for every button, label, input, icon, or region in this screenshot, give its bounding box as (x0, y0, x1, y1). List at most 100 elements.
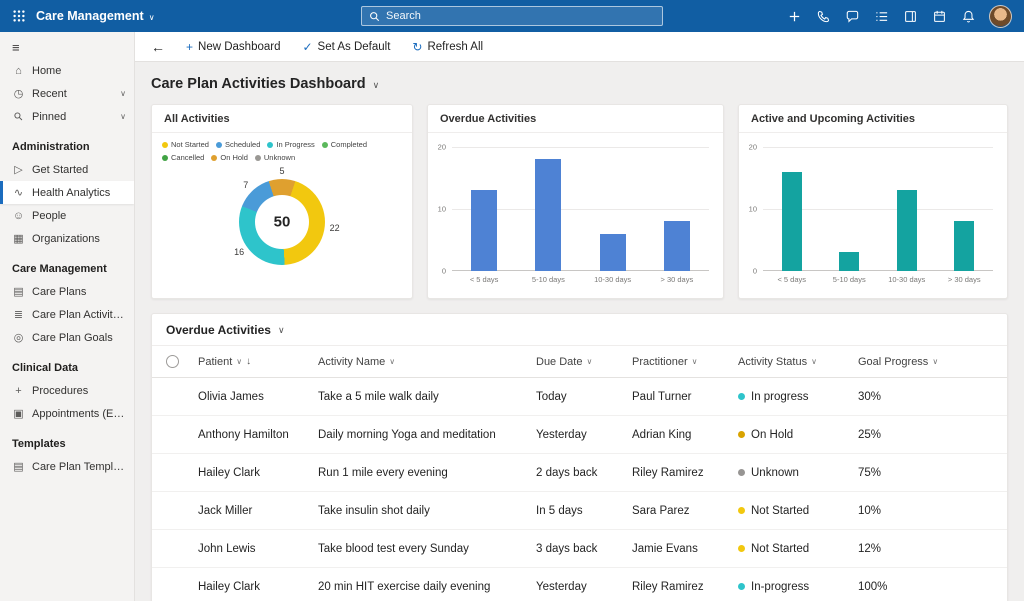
chevron-down-icon: ∨ (811, 357, 817, 366)
cell-practitioner: Paul Turner (632, 391, 738, 403)
waffle-icon[interactable] (10, 6, 32, 26)
col-header-practitioner[interactable]: Practitioner∨ (632, 356, 738, 368)
bar-10-30-days[interactable] (600, 234, 626, 271)
plot-area (763, 147, 993, 271)
table-row[interactable]: Jack MillerTake insulin shot dailyIn 5 d… (152, 492, 1007, 530)
x-tick-label: < 5 days (763, 271, 821, 287)
table-row[interactable]: Hailey ClarkRun 1 mile every evening2 da… (152, 454, 1007, 492)
cell-activity-status: Not Started (738, 543, 858, 555)
cell-due-date: 2 days back (536, 467, 632, 479)
col-header-goal-progress[interactable]: Goal Progress∨ (858, 356, 1007, 368)
col-header-due-date[interactable]: Due Date∨ (536, 356, 632, 368)
legend-dot (255, 155, 261, 161)
search-icon (368, 10, 381, 23)
table-row[interactable]: Anthony HamiltonDaily morning Yoga and m… (152, 416, 1007, 454)
sidebar-item-get-started[interactable]: ▷Get Started (0, 158, 134, 181)
sidebar-item-recent[interactable]: ◷Recent∨ (0, 82, 134, 105)
donut-wrap: 50 522167 (222, 170, 342, 274)
bar-30-days[interactable] (664, 221, 690, 271)
checklist-icon[interactable] (873, 8, 889, 24)
sidebar-item-care-plan-activities[interactable]: ≣Care Plan Activities (0, 303, 134, 326)
legend-label: On Hold (220, 153, 248, 162)
search-input[interactable] (386, 10, 656, 22)
status-label: On Hold (751, 429, 793, 441)
calendar-icon[interactable] (931, 8, 947, 24)
person-icon: ☺ (12, 210, 25, 222)
y-axis: 01020 (430, 147, 450, 271)
chat-icon[interactable] (844, 8, 860, 24)
content: Care Plan Activities Dashboard ∨ All Act… (135, 62, 1024, 601)
target-icon: ◎ (12, 331, 25, 344)
col-header-label: Practitioner (632, 356, 688, 368)
card-title: Overdue Activities (440, 113, 536, 125)
sidebar-item-procedures[interactable]: +Procedures (0, 379, 134, 402)
sidebar-item-care-plans[interactable]: ▤Care Plans (0, 280, 134, 303)
col-header-label: Goal Progress (858, 356, 928, 368)
y-tick-label: 10 (749, 205, 757, 214)
avatar[interactable] (989, 5, 1012, 28)
cell-due-date: Yesterday (536, 581, 632, 593)
sidebar-item-organizations[interactable]: ▦Organizations (0, 227, 134, 250)
legend-dot (211, 155, 217, 161)
back-button[interactable]: ← (143, 39, 173, 55)
sidebar-item-appointments-emr[interactable]: ▣Appointments (EMR) (0, 402, 134, 425)
table-row[interactable]: John LewisTake blood test every Sunday3 … (152, 530, 1007, 568)
phone-icon[interactable] (815, 8, 831, 24)
col-header-label: Activity Status (738, 356, 807, 368)
home-icon: ⌂ (12, 65, 25, 77)
bar-slot (763, 147, 821, 271)
search-box[interactable] (361, 6, 663, 26)
app-title-menu[interactable]: Care Management ∨ (36, 9, 155, 23)
table-row[interactable]: Hailey Clark20 min HIT exercise daily ev… (152, 568, 1007, 601)
refresh-all-button[interactable]: ↻Refresh All (403, 35, 492, 59)
overdue-bar-chart: 01020< 5 days5-10 days10-30 days> 30 day… (428, 141, 723, 287)
bar-30-days[interactable] (954, 221, 974, 271)
chevron-down-icon: ∨ (389, 357, 395, 366)
sidebar-section-header: Care Management (0, 250, 134, 280)
bar-10-30-days[interactable] (897, 190, 917, 271)
chevron-down-icon[interactable]: ∨ (278, 325, 285, 336)
sidebar-item-home[interactable]: ⌂Home (0, 59, 134, 82)
bar-5-days[interactable] (471, 190, 497, 271)
bar-slot (581, 147, 645, 271)
app-title: Care Management (36, 9, 144, 23)
chevron-down-icon[interactable]: ∨ (373, 78, 380, 91)
sidebar-item-care-plan-goals[interactable]: ◎Care Plan Goals (0, 326, 134, 349)
bar-5-10-days[interactable] (839, 252, 859, 271)
x-tick-label: 5-10 days (821, 271, 879, 287)
set-as-default-button[interactable]: ✓Set As Default (293, 35, 399, 59)
sidebar-section-header: Administration (0, 128, 134, 158)
col-header-patient[interactable]: Patient∨↓ (198, 356, 318, 368)
donut-legend: Not StartedScheduledIn ProgressCompleted… (152, 133, 412, 162)
legend-item-unknown: Unknown (255, 153, 295, 162)
legend-dot (216, 142, 222, 148)
col-header-activity-status[interactable]: Activity Status ∨ (738, 356, 858, 368)
col-header-activity-name[interactable]: Activity Name∨ (318, 356, 536, 368)
sidebar-item-people[interactable]: ☺People (0, 204, 134, 227)
table-row[interactable]: Olivia JamesTake a 5 mile walk dailyToda… (152, 378, 1007, 416)
bar-slot (878, 147, 936, 271)
apps-icon[interactable] (902, 8, 918, 24)
active-upcoming-bar-chart: 01020< 5 days5-10 days10-30 days> 30 day… (739, 141, 1007, 287)
bar-slot (936, 147, 994, 271)
sidebar-item-health-analytics[interactable]: ∿Health Analytics (0, 181, 134, 204)
select-all-checkbox[interactable] (152, 355, 198, 368)
status-dot (738, 393, 745, 400)
bar-5-10-days[interactable] (535, 159, 561, 271)
bell-icon[interactable] (960, 8, 976, 24)
bar-5-days[interactable] (782, 172, 802, 271)
clock-icon: ◷ (12, 87, 25, 100)
command-bar-buttons: +New Dashboard✓Set As Default↻Refresh Al… (177, 35, 492, 59)
cell-activity-status: Unknown (738, 467, 858, 479)
sidebar-item-care-plan-templates[interactable]: ▤Care Plan Templates (0, 455, 134, 478)
add-icon[interactable] (786, 8, 802, 24)
cell-due-date: 3 days back (536, 543, 632, 555)
sidebar-item-pinned[interactable]: ⚲Pinned∨ (0, 105, 134, 128)
cell-due-date: In 5 days (536, 505, 632, 517)
cell-patient: Hailey Clark (198, 467, 318, 479)
status-label: In progress (751, 391, 809, 403)
cell-patient: John Lewis (198, 543, 318, 555)
new-dashboard-button[interactable]: +New Dashboard (177, 35, 289, 59)
hamburger-menu-icon[interactable]: ≡ (0, 32, 134, 59)
cell-due-date: Today (536, 391, 632, 403)
